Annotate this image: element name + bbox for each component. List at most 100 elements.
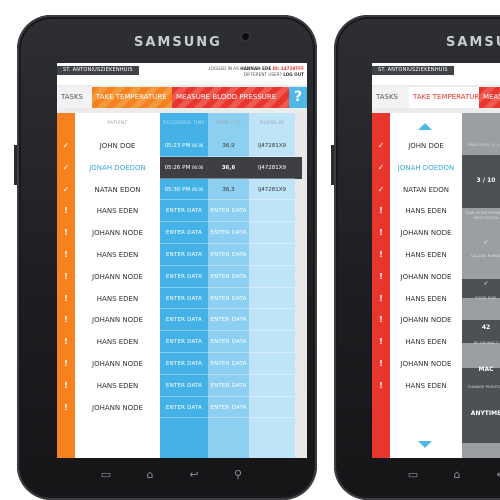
temperature-cell[interactable]: ENTER DATA: [208, 222, 249, 244]
temperature-cell[interactable]: ENTER DATA: [208, 331, 249, 353]
menu-key-icon[interactable]: ▭: [99, 468, 113, 482]
answer-text[interactable]: MAC: [462, 364, 500, 375]
table-row[interactable]: ✓ NATAN EDON 05:30 PM 06.06 36,3 IJ47281X9: [57, 179, 307, 201]
table-row[interactable]: ! HANS EDEN ENTER DATA ENTER DATA: [57, 288, 307, 310]
recorded-time-cell[interactable]: ENTER DATA: [160, 266, 208, 288]
search-key-icon[interactable]: ⚲: [231, 468, 245, 482]
recorded-time-cell[interactable]: ENTER DATA: [160, 331, 208, 353]
home-key-icon-2[interactable]: ⌂: [450, 468, 464, 482]
nurse-id-cell[interactable]: [249, 200, 295, 222]
patient-name[interactable]: JOHANN NODE: [75, 309, 160, 331]
patient-name[interactable]: HANS EDEN: [75, 244, 160, 266]
table-row[interactable]: ! HANS EDEN ENTER DATA ENTER DATA: [57, 375, 307, 397]
patient-name[interactable]: JONAH DOEDON: [390, 157, 462, 179]
answer-value[interactable]: ANYTIME: [462, 408, 500, 419]
table-row[interactable]: ! HANS EDEN ENTER DATA ENTER DATA: [57, 244, 307, 266]
nurse-id-cell[interactable]: [249, 244, 295, 266]
home-key-icon[interactable]: ⌂: [143, 468, 157, 482]
temperature-cell[interactable]: 36,9: [208, 135, 249, 157]
patient-name[interactable]: JOHANN NODE: [75, 266, 160, 288]
table-row[interactable]: ✓ JOHN DOE 05:23 PM 06.06 36,9 IJ47281X9: [57, 135, 307, 157]
temperature-cell[interactable]: 36,3: [208, 179, 249, 201]
nurse-id-cell[interactable]: IJ47281X9: [249, 135, 295, 157]
patient-name[interactable]: HANS EDEN: [390, 331, 462, 353]
patient-name[interactable]: HANS EDEN: [75, 200, 160, 222]
answer-text[interactable]: ANYTIME: [462, 408, 500, 419]
answer-text[interactable]: ✓: [462, 237, 500, 248]
patient-name[interactable]: JONAH DOEDON: [75, 157, 160, 179]
table-row[interactable]: ! JOHANN NODE ENTER DATA ENTER DATA: [57, 222, 307, 244]
nurse-id-cell[interactable]: [249, 397, 295, 419]
patient-name[interactable]: NATAN EDON: [75, 179, 160, 201]
patient-name[interactable]: NATAN EDON: [390, 179, 462, 201]
nurse-id-cell[interactable]: IJ47281X9: [249, 157, 295, 179]
recorded-time-cell[interactable]: ENTER DATA: [160, 244, 208, 266]
patient-name[interactable]: HANS EDEN: [75, 331, 160, 353]
tab-tasks[interactable]: TASKS: [57, 87, 92, 108]
nurse-id-cell[interactable]: IJ47281X9: [249, 179, 295, 201]
table-row[interactable]: ✓ JONAH DOEDON 05:26 PM 06.06 36,6 IJ47281X9: [57, 157, 307, 179]
patient-name[interactable]: JOHANN NODE: [390, 222, 462, 244]
tab-blood-pressure[interactable]: MEASURE BLOOD PRESSURE: [172, 87, 289, 108]
tab-take-temperature-2[interactable]: TAKE TEMPERATURE: [409, 87, 479, 108]
recorded-time-cell[interactable]: ENTER DATA: [160, 353, 208, 375]
help-icon[interactable]: ?: [289, 87, 307, 108]
back-key-icon-2[interactable]: ↩: [494, 468, 500, 482]
temperature-cell[interactable]: ENTER DATA: [208, 353, 249, 375]
table-row[interactable]: ! JOHANN NODE ENTER DATA ENTER DATA: [57, 353, 307, 375]
recorded-time-cell[interactable]: 05:23 PM 06.06: [160, 135, 208, 157]
patient-name[interactable]: JOHN DOE: [75, 135, 160, 157]
patient-name[interactable]: JOHANN NODE: [390, 353, 462, 375]
tab-blood-pressure-2[interactable]: MEASURE BLOOD PRESSURE: [479, 87, 500, 108]
answer-text[interactable]: 42: [462, 322, 500, 333]
patient-name[interactable]: HANS EDEN: [390, 200, 462, 222]
menu-key-icon-2[interactable]: ▭: [406, 468, 420, 482]
answer-value[interactable]: 3 / 10: [462, 175, 500, 186]
recorded-time-cell[interactable]: 05:26 PM 06.06: [160, 157, 208, 179]
patient-name[interactable]: JOHANN NODE: [390, 266, 462, 288]
back-key-icon[interactable]: ↩: [187, 468, 201, 482]
answer-value[interactable]: ✓: [462, 278, 500, 289]
temperature-cell[interactable]: ENTER DATA: [208, 244, 249, 266]
logout-link[interactable]: LOG OUT: [283, 72, 304, 77]
different-user-link[interactable]: DIFFERENT USER?: [244, 72, 282, 77]
temperature-cell[interactable]: ENTER DATA: [208, 397, 249, 419]
recorded-time-cell[interactable]: ENTER DATA: [160, 288, 208, 310]
table-row[interactable]: ! JOHANN NODE ENTER DATA ENTER DATA: [57, 397, 307, 419]
recorded-time-cell[interactable]: 05:30 PM 06.06: [160, 179, 208, 201]
patient-name[interactable]: JOHANN NODE: [75, 353, 160, 375]
recorded-time-cell[interactable]: ENTER DATA: [160, 200, 208, 222]
recorded-time-cell[interactable]: ENTER DATA: [160, 309, 208, 331]
table-row[interactable]: ! HANS EDEN ENTER DATA ENTER DATA: [57, 331, 307, 353]
answer-text[interactable]: 3 / 10: [462, 175, 500, 186]
nurse-id-cell[interactable]: [249, 288, 295, 310]
recorded-time-cell[interactable]: ENTER DATA: [160, 222, 208, 244]
patient-name[interactable]: JOHN DOE: [390, 135, 462, 157]
recorded-time-cell[interactable]: ENTER DATA: [160, 397, 208, 419]
table-row[interactable]: ! HANS EDEN ENTER DATA ENTER DATA: [57, 200, 307, 222]
nurse-id-cell[interactable]: [249, 309, 295, 331]
temperature-cell[interactable]: ENTER DATA: [208, 288, 249, 310]
patient-name[interactable]: JOHANN NODE: [75, 397, 160, 419]
patient-name[interactable]: JOHANN NODE: [390, 309, 462, 331]
temperature-cell[interactable]: ENTER DATA: [208, 309, 249, 331]
answer-text[interactable]: ✓: [462, 278, 500, 289]
temperature-cell[interactable]: 36,6: [208, 157, 249, 179]
nurse-id-cell[interactable]: [249, 353, 295, 375]
answer-value[interactable]: ✓: [462, 237, 500, 248]
patient-name[interactable]: HANS EDEN: [75, 375, 160, 397]
scroll-up-icon[interactable]: [418, 123, 432, 130]
table-row[interactable]: ! JOHANN NODE ENTER DATA ENTER DATA: [57, 266, 307, 288]
patient-name[interactable]: HANS EDEN: [390, 244, 462, 266]
temperature-cell[interactable]: ENTER DATA: [208, 200, 249, 222]
patient-name[interactable]: HANS EDEN: [390, 375, 462, 397]
recorded-time-cell[interactable]: ENTER DATA: [160, 375, 208, 397]
nurse-id-cell[interactable]: [249, 266, 295, 288]
scroll-down-icon[interactable]: [418, 441, 432, 448]
tab-tasks-2[interactable]: TASKS: [372, 87, 409, 108]
patient-name[interactable]: HANS EDEN: [75, 288, 160, 310]
nurse-id-cell[interactable]: [249, 375, 295, 397]
nurse-id-cell[interactable]: [249, 222, 295, 244]
answer-value[interactable]: 42: [462, 322, 500, 333]
tab-take-temperature[interactable]: TAKE TEMPERATURE: [92, 87, 172, 108]
